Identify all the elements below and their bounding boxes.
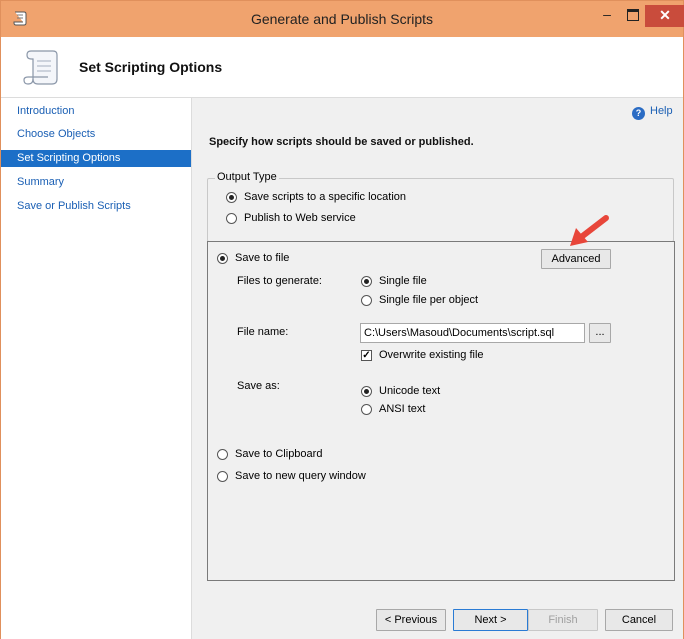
nav-item-choose-objects[interactable]: Choose Objects	[1, 126, 191, 143]
radio-single-file-per-object[interactable]: Single file per object	[361, 294, 478, 306]
radio-label: Save to new query window	[235, 470, 366, 482]
radio-label: ANSI text	[379, 403, 426, 415]
radio-dot	[217, 252, 228, 264]
script-scroll-icon	[23, 50, 58, 85]
radio-dot	[361, 385, 372, 397]
radio-label: Unicode text	[379, 385, 441, 397]
radio-single-file[interactable]: Single file	[361, 275, 427, 287]
help-label: Help	[650, 105, 673, 117]
radio-publish-web-service[interactable]: Publish to Web service	[226, 212, 356, 224]
radio-save-to-location[interactable]: Save scripts to a specific location	[226, 191, 406, 203]
wizard-nav: Introduction Choose Objects Set Scriptin…	[1, 98, 192, 639]
radio-dot	[217, 448, 228, 460]
maximize-button[interactable]	[627, 9, 639, 21]
radio-label: Single file per object	[379, 294, 479, 306]
window-title: Generate and Publish Scripts	[250, 11, 434, 27]
browse-button[interactable]: ...	[589, 323, 611, 343]
nav-item-set-scripting-options[interactable]: Set Scripting Options	[1, 150, 191, 167]
radio-label: Save scripts to a specific location	[244, 191, 407, 203]
files-to-generate-label: Files to generate:	[237, 275, 322, 287]
file-name-label: File name:	[237, 326, 289, 338]
help-link[interactable]: ? Help	[632, 105, 673, 120]
previous-button[interactable]: < Previous	[376, 609, 446, 631]
radio-save-to-clipboard[interactable]: Save to Clipboard	[217, 448, 322, 460]
output-type-legend: Output Type	[215, 171, 279, 183]
radio-unicode-text[interactable]: Unicode text	[361, 385, 440, 397]
radio-label: Publish to Web service	[244, 212, 356, 224]
help-icon: ?	[632, 107, 645, 120]
pointer-arrow-icon	[570, 215, 609, 246]
radio-save-to-file[interactable]: Save to file	[217, 252, 289, 264]
nav-item-introduction[interactable]: Introduction	[1, 103, 191, 120]
checkbox-box: ✓	[361, 349, 372, 361]
page-title: Set Scripting Options	[79, 59, 223, 75]
dialog-window: Generate and Publish Scripts – ✕ Set Scr…	[0, 0, 684, 639]
radio-dot	[361, 275, 372, 287]
save-options-panel: Save to file Advanced Files to generate:…	[207, 241, 675, 581]
radio-dot	[226, 212, 237, 224]
nav-item-save-or-publish[interactable]: Save or Publish Scripts	[1, 198, 191, 215]
main-content: ? Help Specify how scripts should be save…	[192, 98, 683, 639]
advanced-button[interactable]: Advanced	[541, 249, 611, 269]
radio-ansi-text[interactable]: ANSI text	[361, 403, 425, 415]
radio-dot	[361, 403, 372, 415]
radio-label: Save to file	[235, 252, 290, 264]
page-subtitle: Specify how scripts should be saved or p…	[209, 136, 474, 148]
minimize-button[interactable]: –	[599, 7, 615, 24]
title-bar[interactable]: Generate and Publish Scripts – ✕	[1, 1, 684, 37]
radio-label: Save to Clipboard	[235, 448, 323, 460]
checkbox-label: Overwrite existing file	[379, 349, 484, 361]
nav-item-summary[interactable]: Summary	[1, 174, 191, 191]
finish-button[interactable]: Finish	[528, 609, 598, 631]
next-button[interactable]: Next >	[453, 609, 528, 631]
radio-label: Single file	[379, 275, 427, 287]
save-as-label: Save as:	[237, 380, 280, 392]
file-name-input[interactable]: C:\Users\Masoud\Documents\script.sql	[360, 323, 585, 343]
radio-dot	[226, 191, 237, 203]
overwrite-checkbox[interactable]: ✓ Overwrite existing file	[361, 349, 484, 361]
close-button[interactable]: ✕	[645, 5, 684, 27]
cancel-button[interactable]: Cancel	[605, 609, 673, 631]
radio-dot	[361, 294, 372, 306]
radio-save-to-query-window[interactable]: Save to new query window	[217, 470, 366, 482]
page-header: Set Scripting Options	[1, 37, 683, 98]
radio-dot	[217, 470, 228, 482]
